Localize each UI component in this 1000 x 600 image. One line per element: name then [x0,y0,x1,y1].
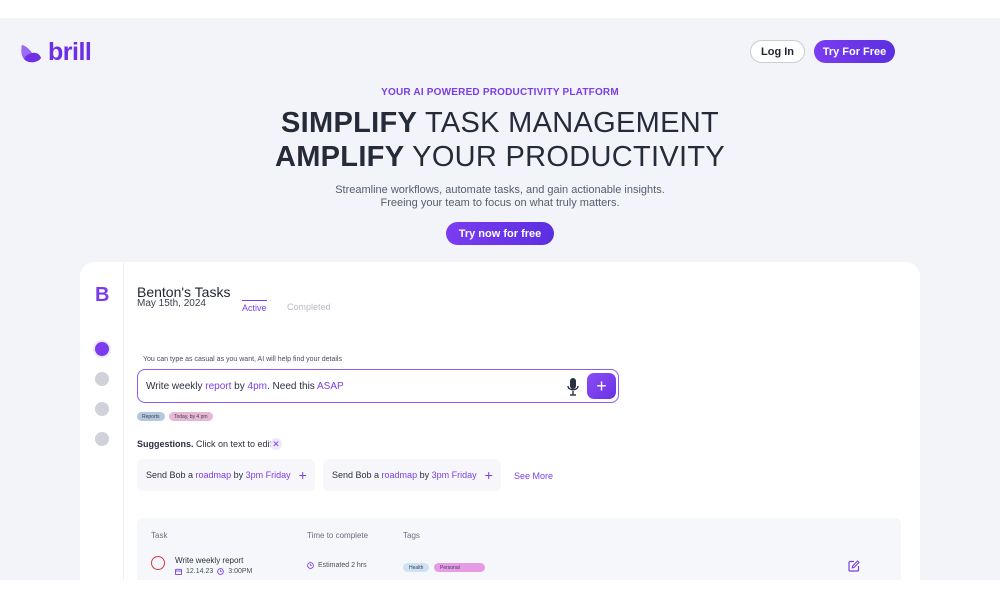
sidebar-item-2[interactable] [95,372,109,386]
sidebar-logo[interactable]: B [95,284,109,307]
hero-eyebrow: YOUR AI POWERED PRODUCTIVITY PLATFORM [381,87,619,98]
suggestion-text[interactable]: Send Bob a roadmap by 3pm Friday [332,470,477,480]
suggestion-highlight: roadmap [195,470,232,480]
see-more-link[interactable]: See More [514,471,553,481]
time-to-complete: Estimated 2 hrs [307,562,367,569]
hero-headline-line1: SIMPLIFY TASK MANAGEMENT [0,107,1000,140]
suggestion-highlight: roadmap [381,470,418,480]
suggestion-item[interactable]: Send Bob a roadmap by 3pm Friday + [137,459,315,491]
calendar-icon [175,568,182,575]
hero-line1-light: TASK MANAGEMENT [417,107,719,139]
tasks-date: May 15th, 2024 [137,298,206,309]
column-header-task: Task [151,531,168,540]
suggestion-mid: by [231,470,246,480]
task-input[interactable]: Write weekly report by 4pm. Need this AS… [137,369,619,403]
suggestion-highlight: 3pm Friday [431,470,477,480]
tag-health[interactable]: Health [403,563,430,572]
suggestion-mid: by [417,470,432,480]
hero-subtitle-line2: Freeing your team to focus on what truly… [380,197,620,209]
clock-icon [217,568,225,575]
logo-text: brill [48,38,92,66]
sidebar-item-4[interactable] [95,432,109,446]
hero-line2-bold: AMPLIFY [274,141,405,173]
input-highlight: ASAP [317,381,344,392]
try-now-button[interactable]: Try now for free [446,222,554,245]
tab-completed[interactable]: Completed [287,302,331,312]
hero-headline-line2: AMPLIFY YOUR PRODUCTIVITY [0,141,1000,174]
suggestion-text[interactable]: Send Bob a roadmap by 3pm Friday [146,470,291,480]
plus-icon[interactable]: + [299,468,307,482]
login-button[interactable]: Log In [750,40,805,63]
edit-icon[interactable] [848,560,860,572]
suggestion-pre: Send Bob a [332,470,382,480]
close-icon[interactable]: ✕ [270,438,282,450]
plus-icon[interactable]: + [485,468,493,482]
task-complete-checkbox[interactable] [151,556,165,570]
tasks-table: Task Time to complete Tags Write weekly … [137,518,901,580]
plus-icon: + [596,375,607,396]
microphone-icon[interactable] [566,377,580,397]
brill-logo-icon [21,44,41,62]
input-part: by [231,381,248,392]
try-for-free-button[interactable]: Try For Free [814,40,895,63]
brand-logo[interactable]: brill [20,38,92,67]
estimate-text: Estimated 2 hrs [318,562,367,569]
detected-chip-time[interactable]: Today, by 4 pm [169,412,213,421]
column-header-tags: Tags [403,531,420,540]
suggestion-item[interactable]: Send Bob a roadmap by 3pm Friday + [323,459,501,491]
app-preview-card: B Benton's Tasks May 15th, 2024 Active C… [80,262,920,580]
sidebar-item-3[interactable] [95,402,109,416]
tag-personal[interactable]: Personal [434,563,485,572]
input-highlight: report [205,381,232,392]
detected-chip-reports[interactable]: Reports [137,412,165,421]
app-sidebar: B [80,262,124,580]
column-header-time: Time to complete [307,531,369,540]
suggestions-label-bold: Suggestions. [137,439,194,449]
input-highlight: 4pm [247,381,267,392]
clock-icon [307,562,314,569]
sidebar-item-1[interactable] [95,342,109,356]
suggestions-label: Suggestions. Click on text to edit [137,439,272,449]
landing-page: brill Log In Try For Free YOUR AI POWERE… [0,18,1000,580]
add-task-button[interactable]: + [587,373,616,399]
hero-line2-light: YOUR PRODUCTIVITY [404,141,726,173]
suggestion-pre: Send Bob a [146,470,196,480]
input-hint: You can type as casual as you want, AI w… [143,356,342,363]
task-time: 3:00PM [228,568,253,575]
input-part: . Need this [266,381,318,392]
table-row: Write weekly report 12.14.23 3:00PM Esti… [137,548,901,580]
suggestions-label-rest: Click on text to edit [193,439,273,449]
hero-line1-bold: SIMPLIFY [281,107,418,139]
task-date: 12.14.23 [186,568,214,575]
tab-active[interactable]: Active [242,300,267,313]
task-input-text[interactable]: Write weekly report by 4pm. Need this AS… [146,381,344,392]
task-name[interactable]: Write weekly report [175,556,243,565]
suggestion-highlight: 3pm Friday [245,470,291,480]
input-part: Write weekly [146,381,206,392]
task-meta: 12.14.23 3:00PM [175,568,252,575]
hero-subtitle-line1: Streamline workflows, automate tasks, an… [335,184,665,196]
